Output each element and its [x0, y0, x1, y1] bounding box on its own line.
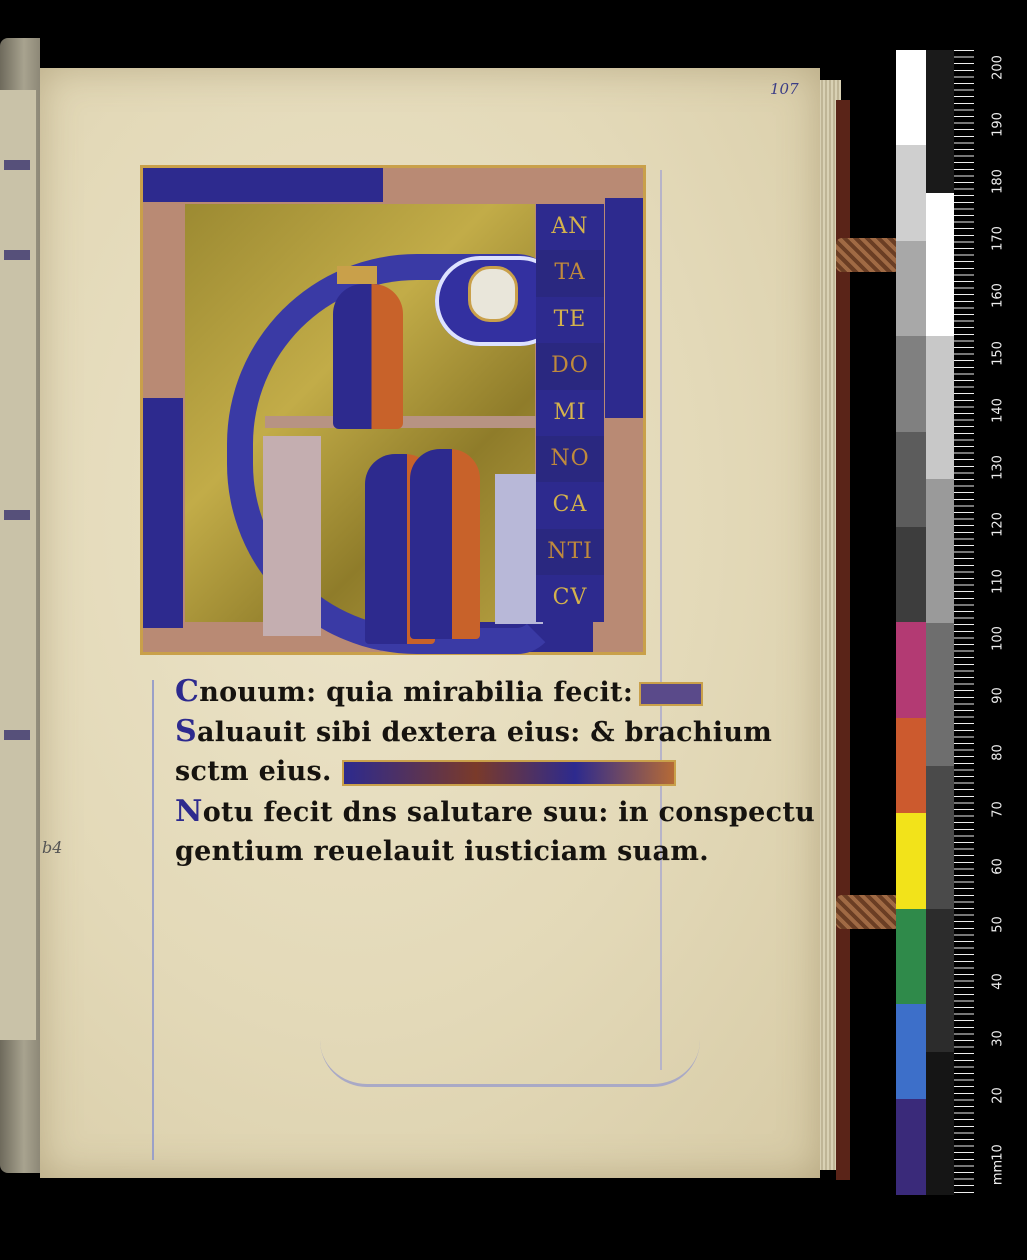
ruler-label: 190 — [990, 112, 1006, 138]
text-line: gentium reuelauit iusticiam suam. — [175, 836, 709, 867]
ruler-label: 160 — [990, 283, 1006, 309]
color-swatch — [896, 717, 926, 814]
pen-flourish-bottom — [320, 1040, 700, 1087]
color-swatch — [896, 527, 926, 623]
text-line: Notu fecit dns salutare suu: in conspect… — [175, 794, 816, 829]
gold-ground — [185, 204, 565, 654]
color-swatch — [896, 813, 926, 909]
color-swatch — [896, 50, 926, 146]
king-david-figure — [333, 284, 403, 429]
crown — [337, 266, 377, 284]
book-tie-top — [836, 238, 900, 272]
initial-letters: CA — [552, 492, 588, 518]
christ-figure — [468, 266, 518, 322]
initial-letters: TE — [553, 306, 587, 332]
color-swatch — [896, 1099, 926, 1195]
color-swatches — [896, 50, 926, 1195]
ruler-label: 120 — [990, 511, 1006, 537]
initial-letters: NTI — [536, 528, 604, 576]
color-swatch — [896, 145, 926, 241]
color-swatch — [896, 622, 926, 718]
color-swatch — [896, 1004, 926, 1100]
initial-letters: NO — [536, 435, 604, 483]
text-block: Cnouum: quia mirabilia fecit: Saluauit s… — [175, 672, 816, 872]
margin-note: b4 — [42, 838, 63, 857]
gray-swatch — [926, 193, 954, 337]
ruler-label: 50 — [990, 915, 1006, 933]
decorative-line-filler — [341, 759, 676, 786]
church-tower — [263, 436, 321, 636]
text-line: sctm eius. — [175, 752, 676, 792]
gray-swatch — [926, 908, 954, 1052]
color-swatch — [896, 431, 926, 528]
color-swatch — [896, 336, 926, 432]
ruler-label: 100 — [990, 626, 1006, 651]
ruler-label: 180 — [990, 169, 1006, 195]
ruler-label: 20 — [990, 1087, 1006, 1104]
pen-flourish-right — [660, 170, 662, 1070]
initial-letters: DO — [536, 343, 604, 390]
ruler-label: 150 — [990, 340, 1006, 366]
ruler-label: 170 — [990, 226, 1006, 252]
color-calibration-chart: 200 190 180 170 160 150 140 130 120 110 100 90 80 70 6… — [896, 50, 1027, 1195]
color-swatch — [896, 908, 926, 1005]
ruler-label: 70 — [990, 801, 1006, 819]
ruler-label: 40 — [990, 972, 1006, 990]
gray-swatches — [926, 50, 954, 1195]
gray-swatch — [926, 336, 954, 480]
hare-line-filler — [639, 681, 704, 706]
color-swatch — [896, 240, 926, 337]
book-tie-bottom — [836, 895, 900, 929]
gray-swatch — [926, 479, 954, 623]
historiated-initial-miniature: AN TA TE DO MI NO CA NTI CV — [140, 165, 646, 655]
text-line: Saluauit sibi dextera eius: & brachium — [175, 714, 773, 749]
folio-number: 107 — [770, 80, 799, 98]
gray-swatch — [926, 50, 954, 194]
ruler-unit: mm — [990, 1159, 1006, 1186]
ruler-label: 80 — [990, 744, 1006, 762]
left-page-fragment — [0, 90, 36, 1040]
ruler-label: 110 — [990, 569, 1006, 594]
text-line: Cnouum: quia mirabilia fecit: — [175, 672, 704, 712]
monk-figure — [410, 449, 480, 639]
gray-swatch — [926, 765, 954, 909]
ruler-label: 140 — [990, 397, 1006, 423]
gray-swatch — [926, 622, 954, 766]
initial-text-column: AN TA TE DO MI NO CA NTI CV — [536, 204, 604, 622]
initial-letters: AN — [551, 214, 589, 239]
ruler-label: 130 — [990, 454, 1006, 480]
initial-letters: TA — [536, 250, 604, 297]
gray-swatch — [926, 1051, 954, 1195]
ruler-label: 30 — [990, 1030, 1006, 1047]
initial-letters: CV — [552, 585, 588, 611]
pen-flourish-left — [152, 680, 154, 1160]
mm-ruler: 200 190 180 170 160 150 140 130 120 110 100 90 80 70 6… — [954, 50, 1027, 1195]
ruler-label: 90 — [990, 687, 1006, 704]
ruler-label: 60 — [990, 858, 1006, 876]
ground-strip — [265, 416, 565, 428]
ruler-label: 200 — [990, 55, 1006, 80]
initial-letters: MI — [553, 399, 587, 425]
